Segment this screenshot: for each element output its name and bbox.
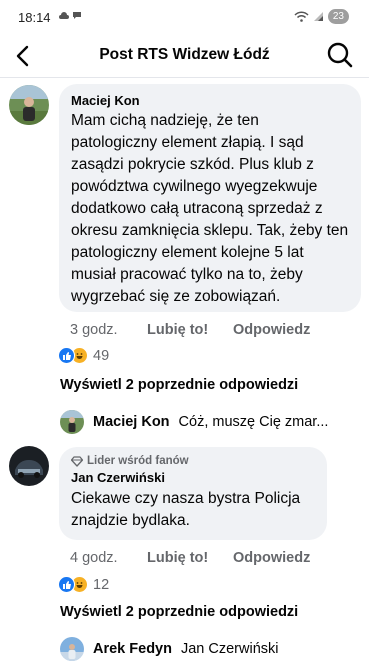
reply-author: Arek Fedyn [93,641,172,657]
signal-icon [313,12,323,21]
comment-author[interactable]: Jan Czerwiński [71,470,315,485]
comment-author[interactable]: Maciej Kon [71,93,349,108]
like-reaction-icon [58,347,75,364]
status-right: 23 [294,9,349,24]
status-bar: 18:14 23 [0,0,369,34]
avatar-photo [9,446,49,486]
reply-text: Cóż, muszę Cię zmar... [178,414,329,430]
comment-time[interactable]: 3 godz. [70,322,147,338]
search-button[interactable] [325,40,355,70]
diamond-icon [71,455,83,467]
page-title: Post RTS Widzew Łódź [99,46,270,63]
like-reaction-icon [58,576,75,593]
reply-button[interactable]: Odpowiedz [233,322,310,338]
reply-text: Jan Czerwiński [180,641,279,657]
battery-indicator: 23 [327,9,349,24]
status-time: 18:14 [18,10,51,25]
cloud-icon [59,12,69,19]
comment-bubble[interactable]: Lider wśród fanów Jan Czerwiński Ciekawe… [59,447,327,540]
comment-time[interactable]: 4 godz. [70,550,147,566]
like-button[interactable]: Lubię to! [147,550,233,566]
chat-icon [73,12,81,19]
avatar[interactable] [9,85,49,125]
search-icon [327,42,353,68]
avatar [60,637,84,661]
reply-button[interactable]: Odpowiedz [233,550,310,566]
comment-text: Ciekawe czy nasza bystra Policja znajdzi… [71,490,301,529]
reactions-summary[interactable]: 49 [58,347,109,364]
fan-badge: Lider wśród fanów [71,455,315,467]
comment-text: Mam cichą nadzieję, że ten patologiczny … [71,112,349,305]
wifi-icon [294,11,309,22]
avatar[interactable] [9,446,49,486]
comment-bubble[interactable]: Maciej Kon Mam cichą nadzieję, że ten pa… [59,84,361,312]
reply-preview[interactable]: Maciej Kon Cóż, muszę Cię zmar... [60,410,360,434]
notification-icons [58,11,82,20]
reactions-summary[interactable]: 12 [58,576,109,593]
comment-actions: 3 godz. Lubię to! Odpowiedz [70,322,310,338]
comment-actions: 4 godz. Lubię to! Odpowiedz [70,550,310,566]
fan-badge-label: Lider wśród fanów [87,455,189,467]
view-previous-replies[interactable]: Wyświetl 2 poprzednie odpowiedzi [60,377,298,393]
like-button[interactable]: Lubię to! [147,322,233,338]
reaction-count: 12 [93,576,110,593]
reply-author: Maciej Kon [93,414,170,430]
app-header: Post RTS Widzew Łódź [0,34,369,78]
avatar-photo [9,85,49,125]
avatar [60,410,84,434]
view-previous-replies[interactable]: Wyświetl 2 poprzednie odpowiedzi [60,604,298,620]
reply-preview[interactable]: Arek Fedyn Jan Czerwiński [60,637,360,661]
reaction-count: 49 [93,347,110,364]
